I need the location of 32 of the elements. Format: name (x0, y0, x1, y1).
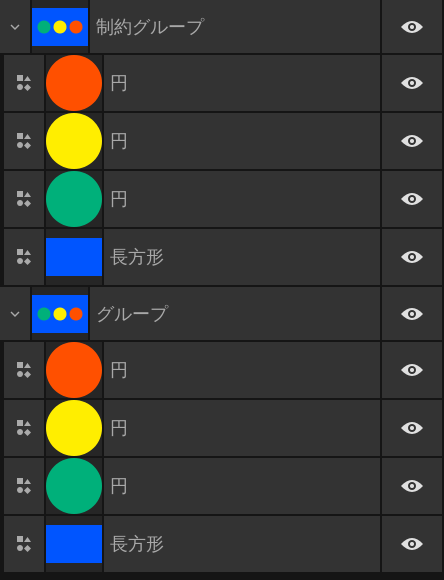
shapes-icon (17, 420, 31, 436)
shapes-icon (17, 362, 31, 378)
layer-name: 制約グループ (96, 16, 204, 38)
layer-name: 円 (110, 475, 128, 498)
eye-icon[interactable] (400, 363, 424, 377)
group-thumbnail (32, 294, 88, 332)
shapes-icon (17, 478, 31, 494)
eye-icon[interactable] (400, 306, 424, 320)
shapes-icon (17, 75, 31, 91)
shapes-icon (17, 536, 31, 552)
group-thumbnail (32, 8, 88, 46)
layer-name: 円 (110, 130, 128, 153)
layer-name: 長方形 (110, 533, 164, 556)
layer-name: 円 (110, 72, 128, 95)
shapes-icon (17, 191, 31, 207)
eye-icon[interactable] (400, 20, 424, 34)
shapes-icon (17, 133, 31, 149)
layer-name: 円 (110, 417, 128, 440)
layer-name: 円 (110, 359, 128, 382)
eye-icon[interactable] (400, 537, 424, 551)
shapes-icon (17, 249, 31, 265)
eye-icon[interactable] (400, 479, 424, 493)
layer-name: 長方形 (110, 246, 164, 269)
eye-icon[interactable] (400, 421, 424, 435)
eye-icon[interactable] (400, 192, 424, 206)
chevron-down-icon[interactable] (10, 24, 20, 30)
eye-icon[interactable] (400, 134, 424, 148)
chevron-down-icon[interactable] (10, 310, 20, 316)
eye-icon[interactable] (400, 250, 424, 264)
layer-name: 円 (110, 188, 128, 211)
layer-name: グループ (96, 302, 168, 326)
eye-icon[interactable] (400, 76, 424, 90)
